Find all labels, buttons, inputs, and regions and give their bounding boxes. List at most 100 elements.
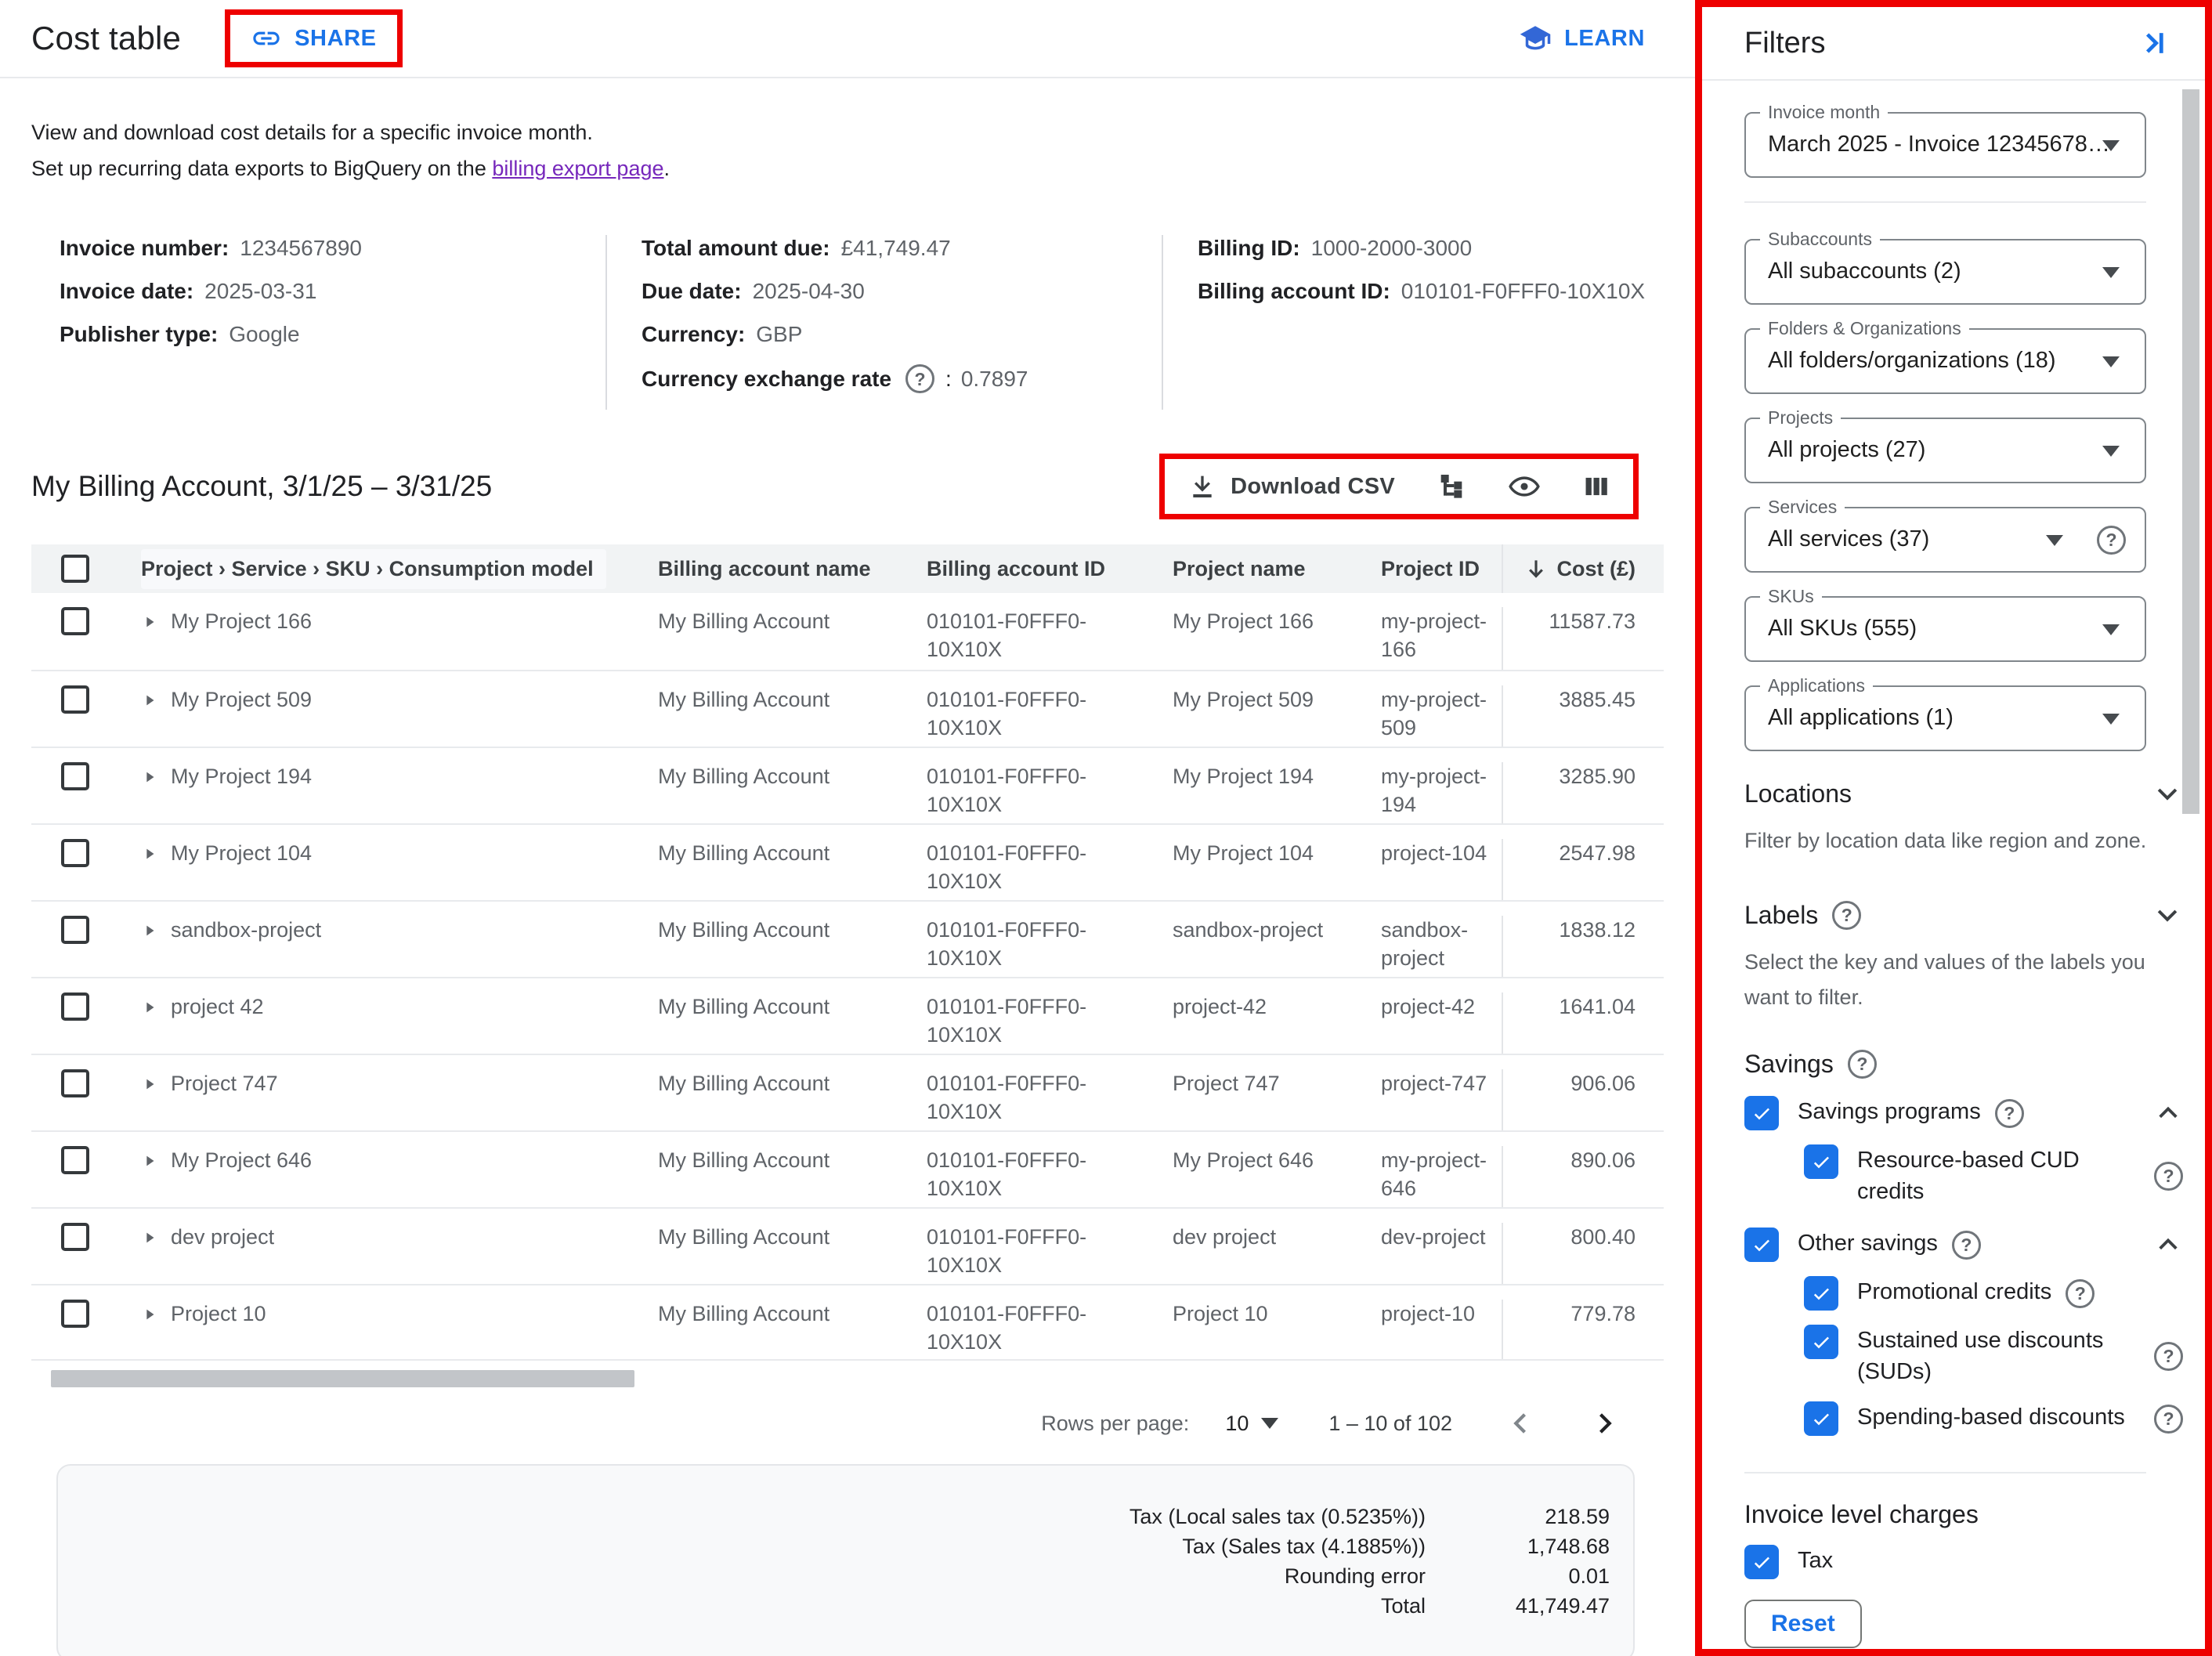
row-checkbox[interactable]	[61, 993, 89, 1021]
expand-row-icon[interactable]	[141, 1228, 158, 1247]
invoice-month-select[interactable]: Invoice month March 2025 - Invoice 12345…	[1744, 112, 2146, 178]
project-cell: My Project 509	[171, 685, 312, 714]
billing-account-id-cell: 010101-F0FFF0-10X10X	[901, 1069, 1144, 1126]
expand-row-icon[interactable]	[141, 921, 158, 940]
reset-button[interactable]: Reset	[1744, 1600, 1862, 1648]
expand-row-icon[interactable]	[141, 613, 158, 631]
savings-programs-checkbox[interactable]	[1744, 1096, 1779, 1130]
help-icon[interactable]	[2154, 1342, 2183, 1371]
row-checkbox[interactable]	[61, 685, 89, 714]
subaccounts-select[interactable]: Subaccounts All subaccounts (2)	[1744, 239, 2146, 305]
table-section-header: My Billing Account, 3/1/25 – 3/31/25 Dow…	[31, 454, 1664, 519]
services-select[interactable]: Services All services (37)	[1744, 507, 2146, 573]
expand-row-icon[interactable]	[141, 998, 158, 1017]
previous-page-button[interactable]	[1507, 1409, 1535, 1437]
locations-title: Locations	[1744, 779, 1852, 808]
column-header-project-name[interactable]: Project name	[1144, 557, 1367, 581]
summary-row: Tax (Sales tax (4.1885%)) 1,748.68	[89, 1531, 1610, 1561]
folders-organizations-select[interactable]: Folders & Organizations All folders/orga…	[1744, 328, 2146, 394]
project-name-cell: My Project 194	[1144, 762, 1367, 790]
expand-row-icon[interactable]	[141, 1075, 158, 1094]
expand-row-icon[interactable]	[141, 844, 158, 863]
project-id-cell: project-104	[1367, 839, 1502, 867]
chevron-down-icon[interactable]	[2152, 778, 2183, 809]
row-checkbox[interactable]	[61, 607, 89, 635]
help-icon[interactable]	[1832, 901, 1861, 930]
invoice-column-2: Total amount due: £41,749.47 Due date: 2…	[607, 235, 1163, 410]
summary-row: Tax (Local sales tax (0.5235%)) 218.59	[89, 1502, 1610, 1531]
next-page-button[interactable]	[1590, 1409, 1618, 1437]
tax-checkbox[interactable]	[1744, 1545, 1779, 1579]
row-checkbox[interactable]	[61, 1146, 89, 1174]
skus-select[interactable]: SKUs All SKUs (555)	[1744, 596, 2146, 662]
help-icon[interactable]	[905, 364, 934, 393]
chevron-up-icon[interactable]	[2153, 1098, 2183, 1128]
chevron-right-icon	[1590, 1409, 1618, 1437]
project-name-cell: My Project 166	[1144, 607, 1367, 635]
expand-row-icon[interactable]	[141, 691, 158, 710]
chevron-up-icon[interactable]	[2153, 1230, 2183, 1260]
collapse-panel-button[interactable]	[2136, 26, 2170, 60]
resource-cud-checkbox[interactable]	[1804, 1144, 1838, 1179]
horizontal-scrollbar-thumb[interactable]	[51, 1370, 634, 1387]
dropdown-arrow-icon	[2102, 624, 2120, 635]
help-icon[interactable]	[2097, 526, 2126, 555]
divider	[1744, 1472, 2146, 1473]
applications-select[interactable]: Applications All applications (1)	[1744, 685, 2146, 751]
expand-row-icon[interactable]	[141, 768, 158, 786]
table-row: dev project My Billing Account 010101-F0…	[31, 1207, 1664, 1284]
help-icon[interactable]	[1952, 1231, 1981, 1260]
help-icon[interactable]	[2154, 1162, 2183, 1191]
expand-row-icon[interactable]	[141, 1152, 158, 1170]
row-checkbox[interactable]	[61, 1069, 89, 1097]
column-header-cost[interactable]: Cost (£)	[1502, 544, 1662, 593]
row-checkbox[interactable]	[61, 916, 89, 944]
cost-cell: 800.40	[1502, 1223, 1662, 1284]
pagination-range: 1 – 10 of 102	[1328, 1412, 1452, 1436]
projects-select[interactable]: Projects All projects (27)	[1744, 418, 2146, 483]
help-icon[interactable]	[2066, 1279, 2095, 1308]
group-by-button[interactable]	[1436, 471, 1467, 502]
project-cell: dev project	[171, 1223, 274, 1251]
learn-button[interactable]: LEARN	[1519, 22, 1645, 55]
help-icon[interactable]	[2154, 1405, 2183, 1434]
help-icon[interactable]	[1848, 1050, 1877, 1079]
horizontal-scrollbar[interactable]	[31, 1370, 1664, 1387]
column-header-project[interactable]: Project › Service › SKU › Consumption mo…	[125, 549, 634, 589]
promotional-credits-checkbox[interactable]	[1804, 1276, 1838, 1311]
cost-cell: 1838.12	[1502, 916, 1662, 977]
share-label: SHARE	[295, 26, 377, 52]
share-button[interactable]: SHARE	[251, 23, 377, 54]
row-checkbox[interactable]	[61, 762, 89, 790]
invoice-column-3: Billing ID: 1000-2000-3000 Billing accou…	[1163, 235, 1664, 410]
expand-row-icon[interactable]	[141, 1305, 158, 1324]
spending-based-discounts-checkbox[interactable]	[1804, 1401, 1838, 1436]
summary-row: Rounding error 0.01	[89, 1561, 1610, 1591]
sustained-use-discounts-checkbox[interactable]	[1804, 1325, 1838, 1359]
savings-title: Savings	[1744, 1050, 1877, 1079]
chevron-down-icon[interactable]	[2152, 899, 2183, 931]
download-csv-button[interactable]: Download CSV	[1187, 471, 1395, 502]
billing-export-link[interactable]: billing export page	[492, 157, 663, 180]
project-id-cell: dev-project	[1367, 1223, 1502, 1251]
column-header-billing-account-name[interactable]: Billing account name	[634, 557, 901, 581]
project-id-cell: my-project-194	[1367, 762, 1502, 819]
select-all-checkbox[interactable]	[61, 555, 89, 583]
rows-per-page-select[interactable]: 10	[1225, 1412, 1278, 1436]
intro-line2-suffix: .	[664, 157, 670, 180]
table-row: project 42 My Billing Account 010101-F0F…	[31, 977, 1664, 1054]
exchange-rate-row: Currency exchange rate : 0.7897	[642, 364, 1162, 393]
row-checkbox[interactable]	[61, 1223, 89, 1251]
columns-button[interactable]	[1581, 472, 1611, 501]
other-savings-checkbox[interactable]	[1744, 1228, 1779, 1262]
row-checkbox[interactable]	[61, 1300, 89, 1328]
help-icon[interactable]	[1995, 1099, 2024, 1128]
row-checkbox[interactable]	[61, 839, 89, 867]
vertical-scrollbar[interactable]	[2182, 89, 2199, 814]
visibility-button[interactable]	[1508, 470, 1541, 503]
cost-cell: 11587.73	[1502, 607, 1662, 670]
project-cell: sandbox-project	[171, 916, 321, 944]
dropdown-arrow-icon	[2102, 356, 2120, 367]
column-header-billing-account-id[interactable]: Billing account ID	[901, 557, 1144, 581]
column-header-project-id[interactable]: Project ID	[1367, 557, 1502, 581]
